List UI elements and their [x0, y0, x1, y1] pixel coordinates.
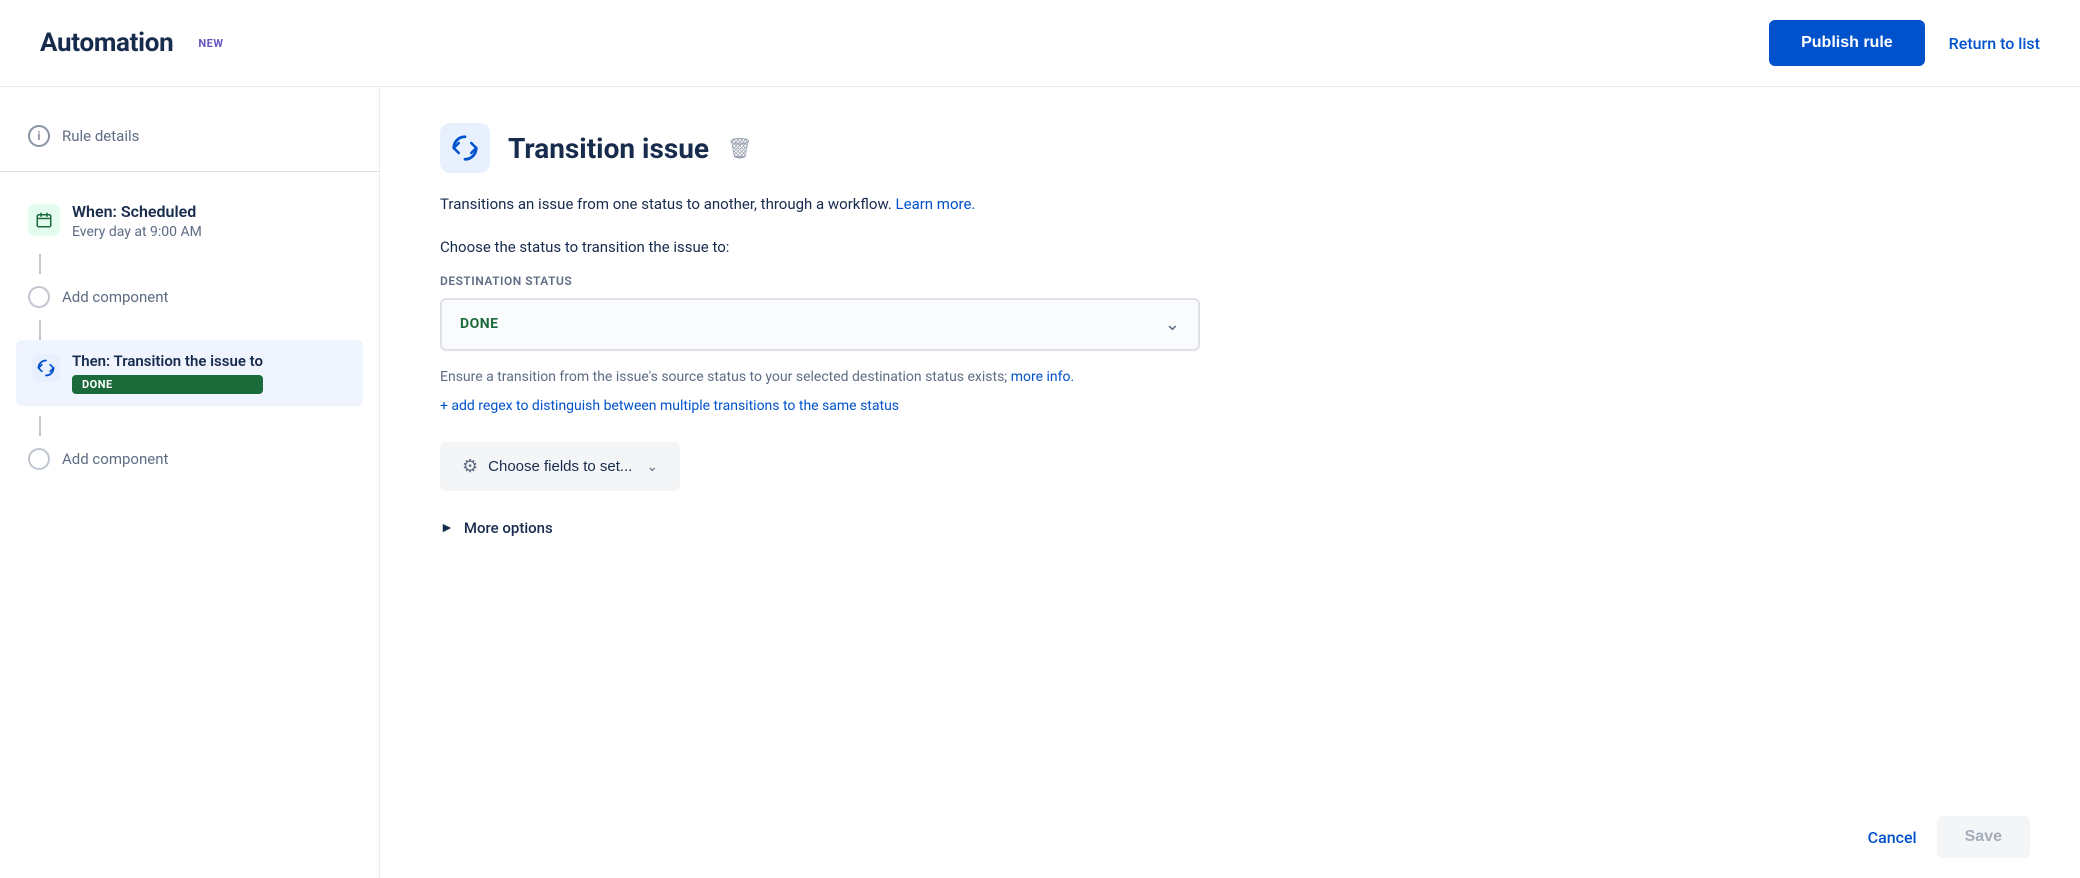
app-title: Automation: [40, 28, 173, 58]
return-to-list-link[interactable]: Return to list: [1949, 34, 2040, 53]
sidebar-trigger-item[interactable]: When: Scheduled Every day at 9:00 AM: [0, 188, 379, 254]
chevron-right-icon: ►: [440, 519, 454, 536]
content-description: Transitions an issue from one status to …: [440, 193, 2020, 216]
header: Automation NEW Publish rule Return to li…: [0, 0, 2080, 87]
save-button[interactable]: Save: [1937, 816, 2030, 858]
trigger-sublabel: Every day at 9:00 AM: [72, 224, 202, 240]
add-component-row-1[interactable]: Add component: [0, 274, 379, 320]
more-info-link[interactable]: more info.: [1011, 369, 1074, 385]
add-regex-link[interactable]: + add regex to distinguish between multi…: [440, 398, 2020, 414]
sidebar-rule-details[interactable]: i Rule details: [0, 117, 379, 155]
header-actions: Publish rule Return to list: [1769, 20, 2040, 66]
cancel-link[interactable]: Cancel: [1868, 828, 1917, 847]
chevron-down-icon: ⌄: [1165, 314, 1180, 335]
ensure-text: Ensure a transition from the issue's sou…: [440, 367, 2020, 388]
content-transition-icon: [440, 123, 490, 173]
trigger-label: When: Scheduled: [72, 202, 202, 221]
connector-line-1: [39, 254, 41, 274]
trash-icon[interactable]: 🗑: [727, 136, 752, 160]
gear-icon: ⚙: [462, 456, 478, 477]
choose-fields-label: Choose fields to set...: [488, 458, 632, 475]
sidebar-trigger-content: When: Scheduled Every day at 9:00 AM: [28, 202, 351, 240]
add-circle-icon-1: [28, 286, 50, 308]
add-component-label-2: Add component: [62, 450, 168, 468]
more-options-row[interactable]: ► More options: [440, 519, 2020, 537]
sidebar-divider: [0, 171, 379, 172]
action-text: Then: Transition the issue to DONE: [72, 352, 263, 394]
add-component-label-1: Add component: [62, 288, 168, 306]
rule-details-label: Rule details: [62, 127, 139, 145]
main-content: Transition issue 🗑 Transitions an issue …: [380, 87, 2080, 878]
add-circle-icon-2: [28, 448, 50, 470]
action-label: Then: Transition the issue to: [72, 352, 263, 370]
sidebar-action-item[interactable]: Then: Transition the issue to DONE: [16, 340, 363, 406]
choose-fields-button[interactable]: ⚙ Choose fields to set... ⌄: [440, 442, 680, 491]
content-header: Transition issue 🗑: [440, 123, 2020, 173]
choose-status-label: Choose the status to transition the issu…: [440, 238, 2020, 256]
add-component-row-2[interactable]: Add component: [0, 436, 379, 482]
more-options-label: More options: [464, 519, 553, 537]
destination-status-dropdown[interactable]: DONE ⌄: [440, 298, 1200, 351]
transition-icon: [32, 354, 60, 382]
trigger-text: When: Scheduled Every day at 9:00 AM: [72, 202, 202, 240]
info-icon: i: [28, 125, 50, 147]
calendar-icon: [28, 204, 60, 236]
content-title: Transition issue: [508, 132, 709, 165]
choose-fields-chevron: ⌄: [646, 458, 658, 475]
action-status-badge: DONE: [72, 375, 263, 394]
connector-line-2: [39, 320, 41, 340]
destination-status-label: Destination status: [440, 274, 2020, 288]
connector-line-3: [39, 416, 41, 436]
new-badge: NEW: [191, 34, 230, 53]
main-layout: i Rule details When: Scheduled Every day…: [0, 87, 2080, 878]
content-footer: Cancel Save: [1868, 816, 2030, 858]
sidebar: i Rule details When: Scheduled Every day…: [0, 87, 380, 878]
learn-more-link[interactable]: Learn more.: [896, 195, 976, 213]
publish-rule-button[interactable]: Publish rule: [1769, 20, 1925, 66]
status-value: DONE: [460, 316, 499, 332]
